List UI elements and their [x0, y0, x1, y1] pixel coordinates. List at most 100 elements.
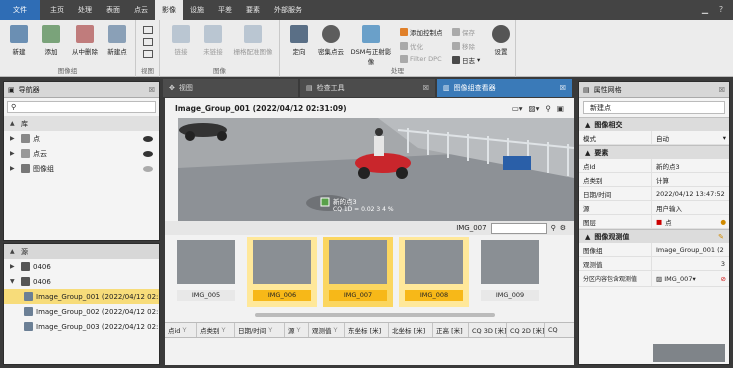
unlink-button[interactable]: 未链接	[198, 25, 228, 56]
search-icon[interactable]: ⚲	[545, 104, 551, 113]
filter-icon[interactable]: Y	[334, 326, 338, 334]
column-header[interactable]: CQ 3D [米]	[469, 323, 507, 337]
observation-image-dropdown[interactable]: ▨ IMG_007 ▾ ⊘	[652, 271, 729, 286]
thumbnail-item-selected[interactable]: IMG_008	[399, 237, 469, 307]
object-selector[interactable]: 新建点	[583, 101, 725, 114]
lightbulb-icon[interactable]: ●	[720, 218, 726, 226]
column-header[interactable]: 源Y	[285, 323, 309, 337]
thumbnail-item[interactable]: IMG_009	[475, 237, 545, 307]
remove-from-button[interactable]: 从中删除	[68, 25, 102, 56]
image-group-item[interactable]: Image_Group_003 (2022/04/12 02:	[4, 319, 159, 334]
column-header[interactable]: 正高 [米]	[433, 323, 469, 337]
add-button[interactable]: 添加	[36, 25, 66, 56]
orient-button[interactable]: 定向	[284, 25, 314, 56]
source-item[interactable]: ▼ 0406	[4, 274, 159, 289]
tab-inspection-tool[interactable]: ▤ 检查工具 ☒	[300, 79, 435, 97]
image-icon[interactable]: ▨▾	[529, 104, 540, 113]
layout-grid-icon[interactable]	[143, 50, 153, 58]
image-group-item-selected[interactable]: Image_Group_001 (2022/04/12 02:	[4, 289, 159, 304]
menu-tab-home[interactable]: 主页	[43, 0, 71, 20]
point-id-field[interactable]: 新的点3	[652, 159, 729, 172]
menu-tab-external[interactable]: 外部服务	[267, 0, 309, 20]
new-point-button[interactable]: 新建点	[102, 25, 132, 56]
menu-tab-file[interactable]: 文件	[0, 0, 40, 20]
layer-field[interactable]: ■ 点 ●	[652, 215, 729, 228]
dsm-ortho-button[interactable]: DSM与正射影像	[348, 25, 394, 66]
main-photo[interactable]: 新的点3 CQ 1D = 0.02 3 4 %	[178, 118, 574, 221]
add-control-point-button[interactable]: 添加控制点	[400, 27, 443, 37]
thumbnail-item-selected[interactable]: IMG_006	[247, 237, 317, 307]
image-group-item[interactable]: Image_Group_002 (2022/04/12 02:	[4, 304, 159, 319]
library-item-imagegroups[interactable]: ▶ 图像组	[4, 161, 159, 176]
source-header[interactable]: ▲ 源	[4, 244, 159, 259]
save-icon[interactable]: ▣	[557, 104, 564, 113]
library-item-points[interactable]: ▶ 点	[4, 131, 159, 146]
delete-icon[interactable]: ⊘	[721, 275, 726, 283]
view-icon: ✥	[169, 84, 175, 92]
column-header[interactable]: 点id Y	[165, 323, 197, 337]
section-features[interactable]: ▲ 要素	[579, 145, 729, 159]
source-item[interactable]: ▶ 0406	[4, 259, 159, 274]
column-header[interactable]: CQ	[545, 323, 574, 337]
menu-tab-features[interactable]: 要素	[239, 0, 267, 20]
column-header[interactable]: 东坐标 [米]	[345, 323, 389, 337]
thumbnail-item[interactable]: IMG_005	[171, 237, 241, 307]
settings-icon[interactable]: ⚙	[560, 224, 566, 232]
tab-view[interactable]: ✥ 视图	[163, 79, 298, 97]
settings-button[interactable]: 设置	[486, 25, 516, 56]
current-image-label: IMG_007	[456, 224, 487, 232]
minimize-icon[interactable]: ▁	[699, 4, 711, 16]
layout-split-icon[interactable]	[143, 38, 153, 46]
georeference-button[interactable]: 栅格配准图像	[230, 25, 276, 56]
menu-tab-pointcloud[interactable]: 点云	[127, 0, 155, 20]
image-search-input[interactable]	[490, 222, 547, 234]
thumbnail-item-current[interactable]: IMG_007	[323, 237, 393, 307]
menu-tab-imagery[interactable]: 影像	[155, 0, 183, 20]
navigator-search-input[interactable]: ⚲	[7, 101, 156, 113]
save-button[interactable]: 保存	[452, 27, 475, 37]
layout-single-icon[interactable]	[143, 26, 153, 34]
section-image-observations[interactable]: ▲ 图像观测值 ✎	[579, 229, 729, 243]
close-icon[interactable]: ☒	[149, 86, 155, 94]
mode-dropdown[interactable]: 自动 ▾	[652, 131, 729, 144]
menu-bar: 文件 主页 处理 表面 点云 影像 设施 平差 要素 外部服务 ▁ ?	[0, 0, 733, 20]
menu-tab-surface[interactable]: 表面	[99, 0, 127, 20]
menu-tab-adjust[interactable]: 平差	[211, 0, 239, 20]
column-header[interactable]: 北坐标 [米]	[389, 323, 433, 337]
filter-dpc-button[interactable]: Filter DPC	[400, 55, 442, 63]
close-icon[interactable]: ☒	[560, 84, 566, 92]
log-button[interactable]: 日志 ▾	[452, 55, 480, 65]
filter-icon[interactable]: Y	[268, 326, 272, 334]
ribbon-group-imagegroup: 新建 添加 从中删除 新建点 图像组	[0, 20, 136, 77]
layout-icon[interactable]: ▭▾	[512, 104, 523, 113]
column-header[interactable]: CQ 2D [米]	[507, 323, 545, 337]
filter-icon[interactable]: Y	[222, 326, 226, 334]
search-icon[interactable]: ⚲	[551, 224, 556, 232]
column-header[interactable]: 日期/时间 Y	[235, 323, 285, 337]
log-icon	[452, 56, 460, 64]
visibility-eye-icon[interactable]	[143, 165, 153, 172]
dense-cloud-button[interactable]: 密集点云	[314, 25, 348, 56]
column-header[interactable]: 观测值 Y	[309, 323, 345, 337]
tab-image-group-viewer[interactable]: ▥ 图像组查看器 ☒	[437, 79, 572, 97]
filter-icon[interactable]: Y	[297, 326, 301, 334]
thumbnail-scrollbar[interactable]	[255, 313, 495, 317]
thumbnail-label: IMG_005	[177, 290, 235, 301]
library-header[interactable]: ▲ 库	[4, 116, 159, 131]
close-icon[interactable]: ☒	[423, 84, 429, 92]
menu-tab-facility[interactable]: 设施	[183, 0, 211, 20]
help-icon[interactable]: ?	[715, 4, 727, 16]
visibility-eye-icon[interactable]	[143, 150, 153, 157]
menu-tab-process[interactable]: 处理	[71, 0, 99, 20]
new-group-button[interactable]: 新建	[4, 25, 34, 56]
column-header[interactable]: 点类别 Y	[197, 323, 235, 337]
edit-pencil-icon[interactable]: ✎	[718, 233, 724, 241]
remove-button[interactable]: 移除	[452, 41, 475, 51]
link-button[interactable]: 链接	[166, 25, 196, 56]
section-image-intersection[interactable]: ▲ 图像相交	[579, 117, 729, 131]
close-icon[interactable]: ☒	[719, 86, 725, 94]
library-item-pointcloud[interactable]: ▶ 点云	[4, 146, 159, 161]
optimize-button[interactable]: 优化	[400, 41, 423, 51]
visibility-eye-icon[interactable]	[143, 135, 153, 142]
filter-icon[interactable]: Y	[182, 326, 186, 334]
